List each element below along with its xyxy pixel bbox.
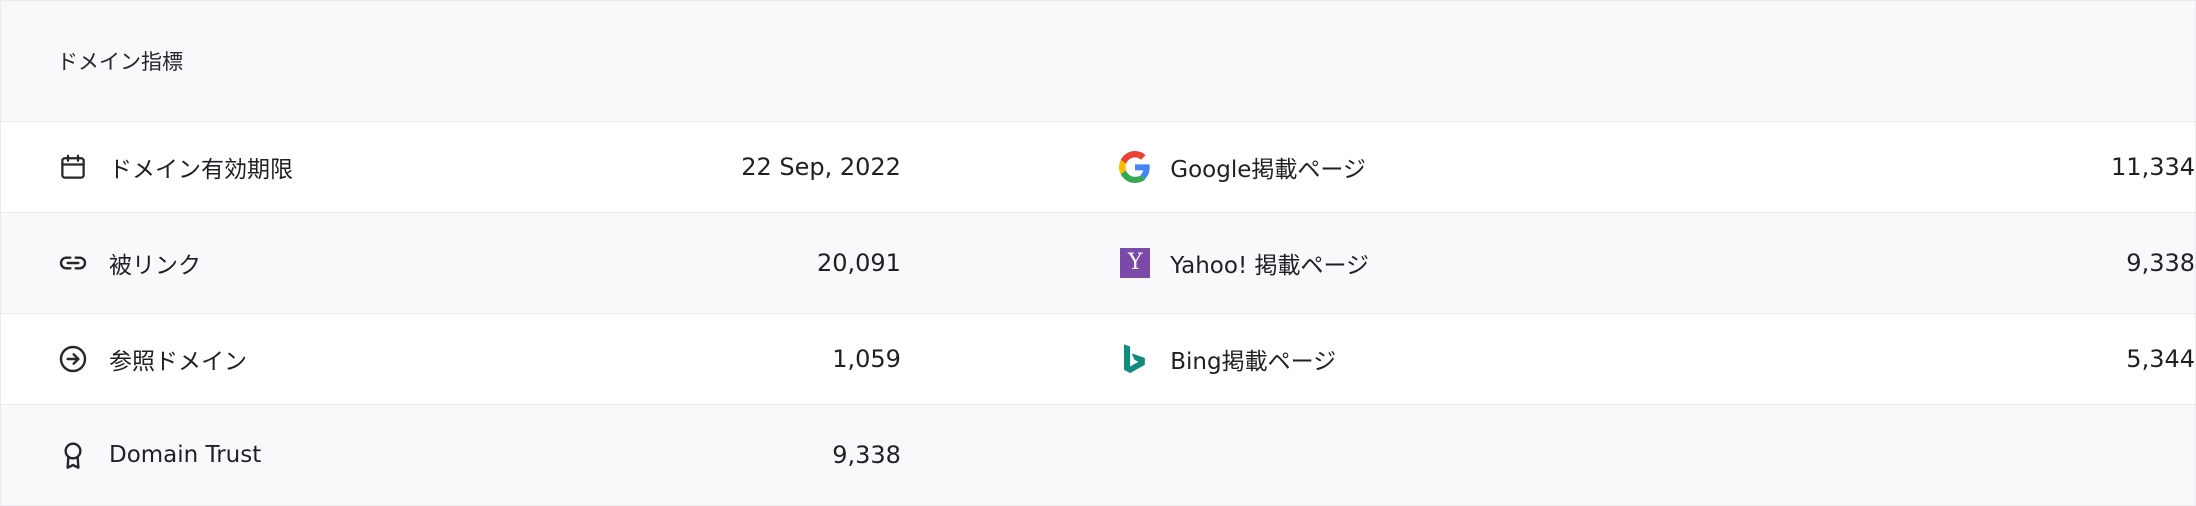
award-ribbon-icon xyxy=(57,439,89,471)
metric-label: ドメイン有効期限 xyxy=(109,157,293,183)
metrics-row: 参照ドメイン 1,059 Bing掲載ページ 5,344 xyxy=(1,313,2195,405)
metric-google-indexed: Google掲載ページ xyxy=(1118,122,1661,212)
metric-label: Bing掲載ページ xyxy=(1170,349,1337,375)
metric-label: Domain Trust xyxy=(109,442,262,468)
metrics-row: ドメイン有効期限 22 Sep, 2022 Google掲載ページ 11,334 xyxy=(1,121,2195,213)
metric-domain-trust: Domain Trust xyxy=(1,405,507,505)
metric-value: 20,091 xyxy=(816,249,901,277)
metrics-row: Domain Trust 9,338 xyxy=(1,405,2195,505)
metric-label: 参照ドメイン xyxy=(109,349,247,375)
metric-referring-domains: 参照ドメイン xyxy=(1,314,507,404)
metric-label: Google掲載ページ xyxy=(1170,157,1366,183)
link-icon xyxy=(57,247,89,279)
bing-logo-icon xyxy=(1118,342,1152,376)
metric-yahoo-indexed: Y Yahoo! 掲載ページ xyxy=(1118,213,1661,313)
metrics-row: 被リンク 20,091 Y Yahoo! 掲載ページ 9,338 xyxy=(1,213,2195,313)
metric-value: 9,338 xyxy=(832,441,901,469)
metric-value: 11,334 xyxy=(2111,153,2196,181)
metric-value: 22 Sep, 2022 xyxy=(741,153,901,181)
metric-value: 1,059 xyxy=(832,345,901,373)
google-logo-icon xyxy=(1118,150,1152,184)
metric-label: 被リンク xyxy=(109,253,201,279)
metric-value: 5,344 xyxy=(2126,345,2196,373)
metric-value: 9,338 xyxy=(2126,249,2196,277)
panel-title: ドメイン指標 xyxy=(57,50,183,74)
metric-bing-indexed: Bing掲載ページ xyxy=(1118,314,1661,404)
calendar-icon xyxy=(57,151,89,183)
metric-domain-expiry: ドメイン有効期限 xyxy=(1,122,507,212)
metric-label: Yahoo! 掲載ページ xyxy=(1170,253,1370,279)
arrow-circle-right-icon xyxy=(57,343,89,375)
yahoo-logo-icon: Y xyxy=(1118,246,1152,280)
domain-metrics-panel: ドメイン指標 ドメイン有効期限 22 Sep, 2022 Google掲載ページ… xyxy=(0,0,2196,506)
metric-backlinks: 被リンク xyxy=(1,213,507,313)
